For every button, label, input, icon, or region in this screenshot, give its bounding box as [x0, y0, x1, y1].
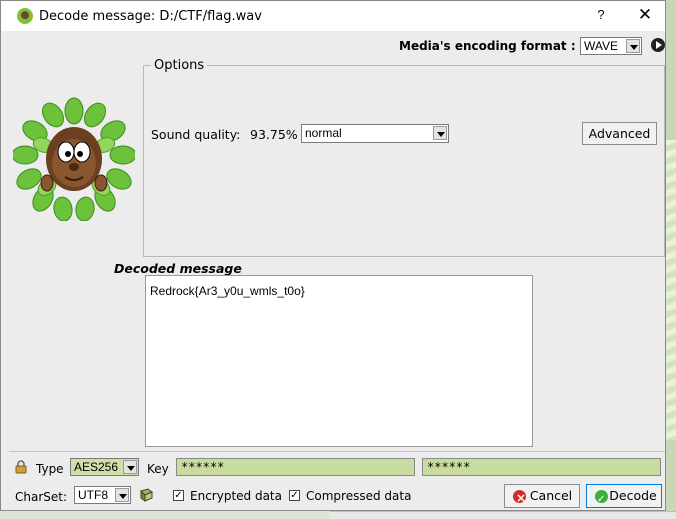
decoded-message-text: Redrock{Ar3_y0u_wmls_t0o}: [150, 284, 305, 298]
sound-quality-value: 93.75%: [250, 127, 298, 142]
key-field-value: ******: [181, 460, 225, 474]
title-bar[interactable]: Decode message: D:/CTF/flag.wav ? ✕: [1, 1, 665, 31]
decode-button[interactable]: Decode: [586, 484, 662, 511]
decoded-message-textarea[interactable]: Redrock{Ar3_y0u_wmls_t0o}: [145, 275, 533, 447]
advanced-button[interactable]: Advanced: [582, 122, 657, 145]
chevron-down-icon[interactable]: [115, 488, 129, 502]
separator: [9, 451, 665, 452]
options-legend: Options: [151, 58, 208, 73]
decode-button-label: Decode: [609, 488, 657, 503]
cancel-button-label: Cancel: [529, 488, 573, 503]
sound-quality-select[interactable]: normal: [301, 124, 449, 143]
compressed-data-label: Compressed data: [306, 489, 412, 503]
cancel-button[interactable]: Cancel: [504, 484, 580, 509]
encrypted-data-checkbox[interactable]: ✓: [173, 490, 184, 501]
charset-select[interactable]: UTF8: [74, 486, 131, 504]
key-label: Key: [147, 462, 169, 476]
key-field[interactable]: ******: [176, 458, 415, 476]
encoding-format-label: Media's encoding format :: [399, 39, 576, 53]
help-button[interactable]: ?: [591, 7, 611, 25]
sound-quality-label: Sound quality:: [151, 127, 241, 142]
chevron-down-icon[interactable]: [123, 460, 137, 474]
compressed-data-checkbox[interactable]: ✓: [289, 490, 300, 501]
app-icon: [17, 8, 33, 24]
check-icon: [595, 489, 608, 511]
cancel-icon: [513, 487, 526, 509]
background-window-edge: [330, 511, 676, 519]
decode-dialog: Decode message: D:/CTF/flag.wav ? ✕ Medi…: [0, 0, 666, 511]
type-label: Type: [36, 462, 64, 476]
dialog-body: Media's encoding format : WAVE Options S…: [9, 31, 665, 511]
chevron-down-icon[interactable]: [626, 39, 640, 53]
cipher-type-select[interactable]: AES256: [70, 458, 139, 476]
chevron-down-icon[interactable]: [433, 126, 447, 140]
key-confirm-field[interactable]: ******: [422, 458, 661, 476]
window-title: Decode message: D:/CTF/flag.wav: [39, 9, 262, 24]
charset-value: UTF8: [78, 488, 108, 502]
cipher-type-value: AES256: [74, 460, 119, 474]
key-confirm-value: ******: [427, 460, 471, 474]
book-icon[interactable]: [139, 488, 154, 502]
charset-label: CharSet:: [15, 490, 68, 504]
play-icon[interactable]: [651, 38, 665, 52]
options-group: [143, 65, 665, 257]
encoding-format-value: WAVE: [584, 39, 619, 53]
decoded-message-label: Decoded message: [114, 261, 242, 276]
sound-quality-selected: normal: [305, 126, 342, 140]
encrypted-data-label: Encrypted data: [190, 489, 282, 503]
close-button[interactable]: ✕: [633, 5, 657, 27]
lock-icon: [15, 460, 27, 474]
mascot-logo: [13, 97, 135, 221]
encoding-format-select[interactable]: WAVE: [580, 37, 642, 55]
